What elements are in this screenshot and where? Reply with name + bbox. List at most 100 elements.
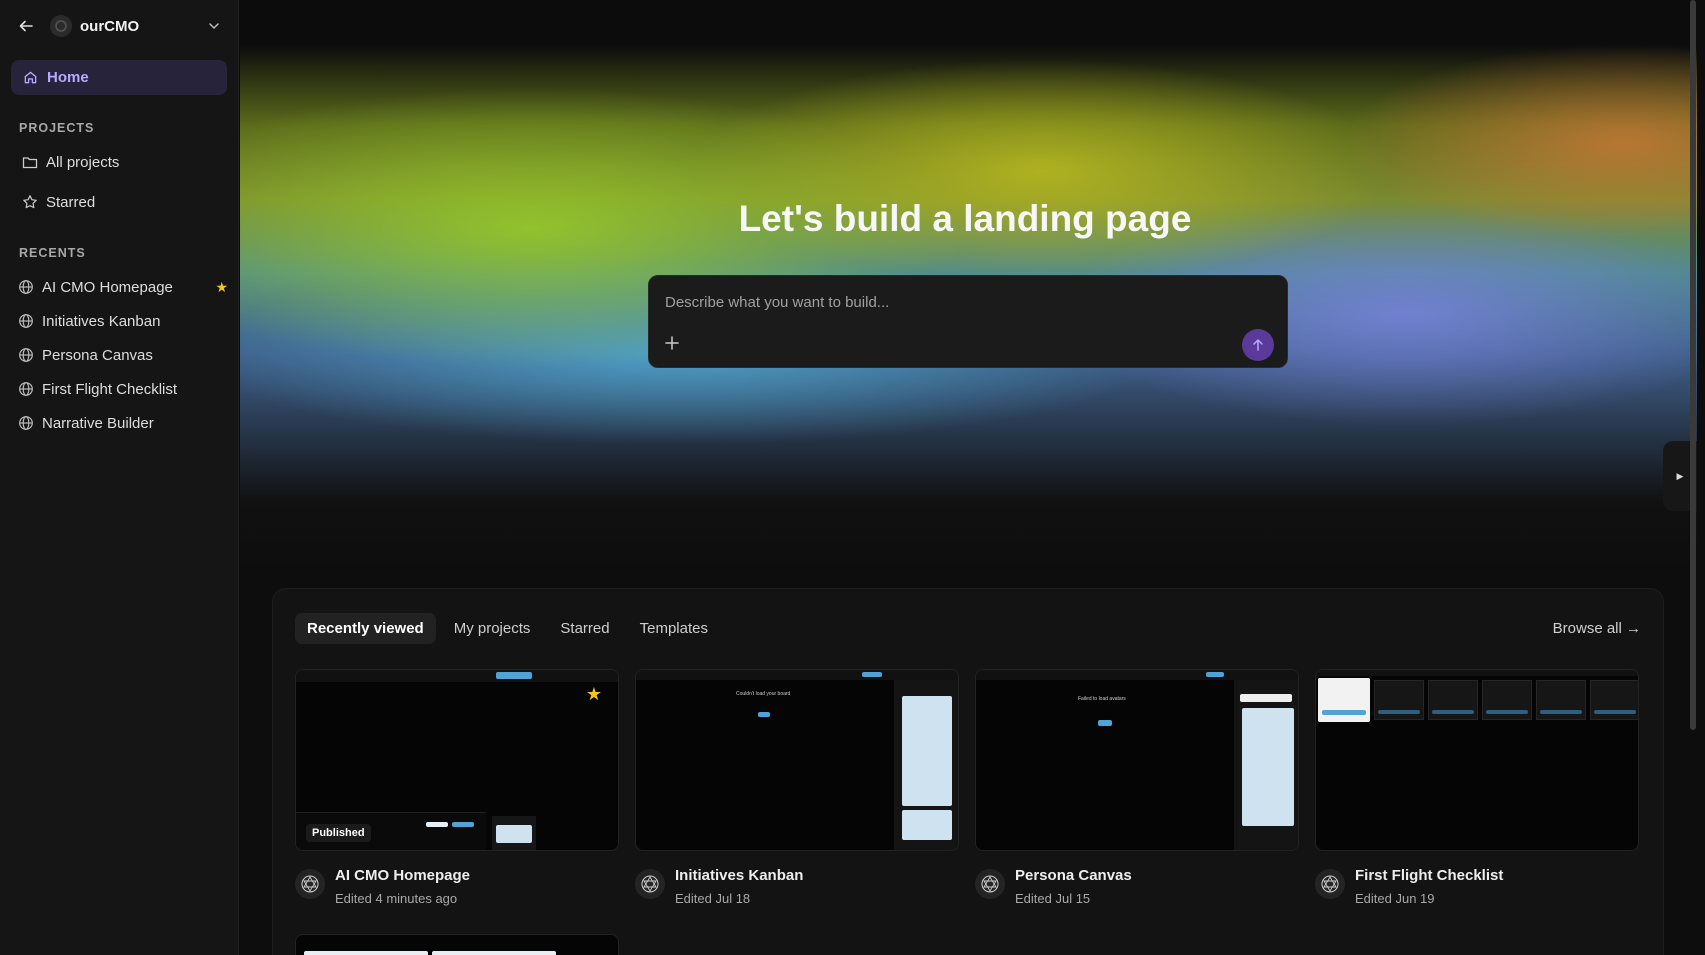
project-tabs: Recently viewed My projects Starred Temp… [295, 613, 720, 644]
thumb-navbar [636, 670, 958, 680]
nav-starred-label: Starred [46, 193, 96, 211]
thumb-retry [1098, 720, 1112, 726]
star-icon[interactable]: ★ [586, 684, 602, 705]
back-button[interactable] [12, 12, 40, 40]
globe-icon [19, 280, 33, 294]
tab-starred[interactable]: Starred [548, 613, 621, 644]
workspace-header: ourCMO [12, 12, 226, 40]
card-meta: Persona Canvas Edited Jul 15 [975, 863, 1299, 919]
thumb-column [1428, 680, 1478, 720]
caret-right-icon: ▶ [1676, 470, 1684, 481]
folder-icon [22, 157, 38, 169]
thumb-column [1374, 680, 1424, 720]
recent-item[interactable]: Persona Canvas [18, 341, 228, 369]
recents-section-label: RECENTS [19, 246, 86, 260]
card-subtitle: Edited Jul 15 [1015, 891, 1091, 906]
thumb-modal [1318, 678, 1370, 722]
project-card[interactable]: Failed to load avatars Persona Canvas Ed… [975, 669, 1299, 919]
project-thumbnail[interactable]: Failed to load avatars [975, 669, 1299, 851]
card-subtitle: Edited Jul 18 [675, 891, 751, 906]
arrow-up-icon [1253, 339, 1263, 351]
thumb-error-text: Failed to load avatars [1078, 696, 1126, 702]
recent-item-label: First Flight Checklist [42, 380, 178, 398]
thumb-chat-bubble [1242, 708, 1294, 826]
nav-home[interactable]: Home [11, 60, 227, 95]
recent-item[interactable]: Narrative Builder [18, 409, 228, 437]
thumb-navbar [1316, 670, 1638, 676]
thumb-cta [1206, 672, 1224, 677]
sidebar: ourCMO Home PROJECTS All projects Starre… [0, 0, 239, 955]
workspace-name: ourCMO [80, 17, 140, 35]
star-outline-icon [23, 195, 37, 209]
plus-icon [665, 336, 679, 350]
avatar [295, 869, 325, 899]
scrollbar[interactable] [1690, 0, 1696, 730]
globe-icon [19, 314, 33, 328]
thumb-chat-bubble [902, 696, 952, 806]
thumb-cta [496, 672, 532, 679]
attach-button[interactable] [665, 334, 685, 354]
thumb-cta [862, 672, 882, 677]
chevron-down-icon [209, 23, 219, 30]
recent-item[interactable]: First Flight Checklist [18, 375, 228, 403]
prompt-input[interactable] [665, 290, 1245, 314]
thumb-col-button [1378, 710, 1420, 714]
project-logo-icon [981, 875, 999, 893]
thumb-column [1536, 680, 1586, 720]
tab-recently-viewed[interactable]: Recently viewed [295, 613, 436, 644]
tab-my-projects[interactable]: My projects [442, 613, 543, 644]
thumb-col-button [1594, 710, 1636, 714]
thumb-col-button [1486, 710, 1528, 714]
project-card-partial[interactable] [295, 934, 619, 955]
nav-home-label: Home [47, 69, 89, 86]
thumb-button [452, 822, 474, 827]
card-title: First Flight Checklist [1355, 867, 1504, 884]
thumb-col-button [1432, 710, 1474, 714]
card-meta: AI CMO Homepage Edited 4 minutes ago [295, 863, 619, 919]
avatar [1315, 869, 1345, 899]
thumb-chat-bubble [1240, 694, 1292, 702]
card-title: Initiatives Kanban [675, 867, 804, 884]
recent-item-label: Narrative Builder [42, 414, 154, 432]
project-thumbnail[interactable]: Couldn't load your board [635, 669, 959, 851]
card-title: Persona Canvas [1015, 867, 1132, 884]
thumb-column [1590, 680, 1638, 720]
tab-templates[interactable]: Templates [628, 613, 720, 644]
recent-item-label: Persona Canvas [42, 346, 153, 364]
thumb-block [304, 951, 428, 955]
thumb-retry [758, 712, 770, 717]
recent-item-label: Initiatives Kanban [42, 312, 161, 330]
recent-item[interactable]: AI CMO Homepage ★ [18, 273, 228, 301]
thumb-block [432, 951, 556, 955]
project-thumbnail[interactable]: ★ Published [295, 669, 619, 851]
project-thumbnail[interactable] [1315, 669, 1639, 851]
avatar [635, 869, 665, 899]
project-card[interactable]: Couldn't load your board Initiatives Kan… [635, 669, 959, 919]
project-logo-icon [641, 875, 659, 893]
thumb-chat-bubble [496, 825, 532, 843]
workspace-logo [50, 15, 72, 37]
globe-icon [19, 348, 33, 362]
projects-panel: Recently viewed My projects Starred Temp… [272, 588, 1664, 955]
nav-all-projects-label: All projects [46, 153, 120, 171]
hero-title: Let's build a landing page [738, 198, 1192, 239]
send-button[interactable] [1242, 329, 1274, 361]
avatar [975, 869, 1005, 899]
card-title: AI CMO Homepage [335, 867, 471, 884]
project-card[interactable]: ★ Published AI CMO Homepage Edited 4 min… [295, 669, 619, 919]
nav-starred[interactable]: Starred [22, 188, 227, 216]
project-card[interactable]: First Flight Checklist Edited Jun 19 [1315, 669, 1639, 919]
hero: Let's build a landing page [240, 0, 1697, 570]
workspace-switcher[interactable] [202, 14, 226, 38]
browse-all-link[interactable]: Browse all → [1553, 620, 1641, 637]
recent-item[interactable]: Initiatives Kanban [18, 307, 228, 335]
recent-item-label: AI CMO Homepage [42, 278, 173, 296]
globe-icon [19, 416, 33, 430]
projects-section-label: PROJECTS [19, 121, 95, 135]
thumb-column [1482, 680, 1532, 720]
prompt-box [648, 275, 1288, 368]
arrow-left-icon [19, 20, 33, 32]
nav-all-projects[interactable]: All projects [22, 148, 227, 176]
card-subtitle: Edited Jun 19 [1355, 891, 1435, 906]
thumb-error-text: Couldn't load your board [736, 691, 791, 697]
